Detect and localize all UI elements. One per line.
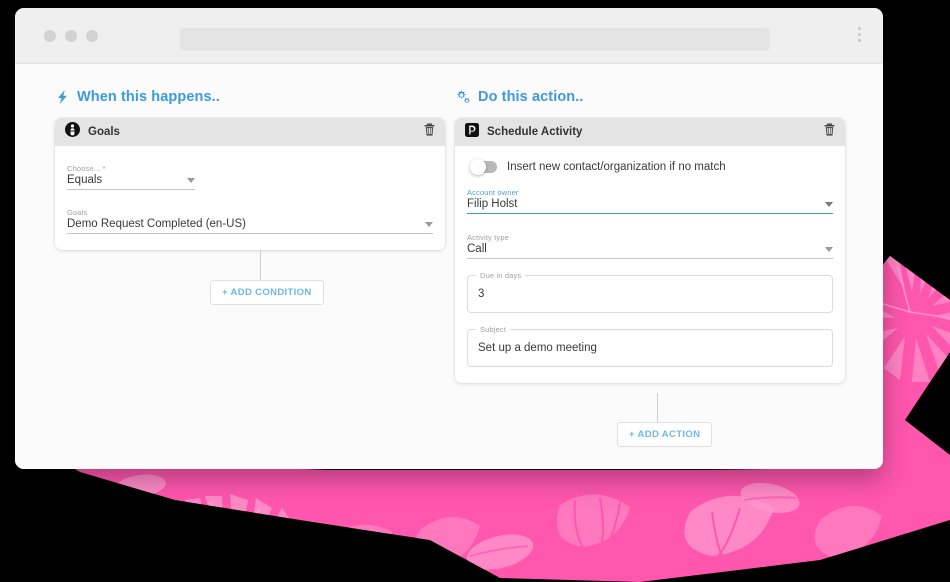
insert-new-contact-label: Insert new contact/organization if no ma… — [507, 161, 726, 173]
chevron-down-icon[interactable] — [187, 178, 195, 183]
account-owner-label: Account owner — [467, 188, 519, 197]
activity-type-value: Call — [467, 243, 487, 255]
due-in-days-label: Due in days — [476, 271, 526, 280]
chevron-down-icon[interactable] — [825, 202, 833, 207]
due-in-days-value: 3 — [478, 288, 485, 300]
trigger-section-heading: When this happens.. — [55, 64, 445, 105]
account-owner-value: Filip Holst — [467, 198, 518, 210]
action-card-body: Insert new contact/organization if no ma… — [455, 146, 845, 383]
subject-label: Subject — [476, 325, 511, 334]
choose-operator-select[interactable]: Choose... * Equals — [67, 158, 433, 190]
pipedrive-logo-icon — [465, 122, 479, 142]
chevron-down-icon[interactable] — [425, 222, 433, 227]
activity-type-label: Activity type — [467, 233, 509, 242]
action-card-title: Schedule Activity — [487, 126, 583, 138]
trash-icon[interactable] — [424, 123, 435, 141]
action-column: Do this action.. Schedule Activity Inser… — [455, 64, 845, 447]
choose-operator-value: Equals — [67, 174, 103, 186]
cogs-icon — [455, 90, 471, 105]
browser-window: When this happens.. Goals Choose... * Eq… — [15, 8, 883, 469]
action-card-schedule-activity: Schedule Activity Insert new contact/org… — [455, 118, 845, 383]
window-maximize-dot[interactable] — [86, 30, 98, 42]
activity-type-select[interactable]: Activity type Call — [467, 227, 833, 259]
action-card-header: Schedule Activity — [455, 118, 845, 146]
address-bar[interactable] — [180, 28, 770, 51]
trigger-card-goals: Goals Choose... * Equals Goals Demo Requ… — [55, 118, 445, 250]
trigger-connector-line — [260, 250, 261, 280]
trigger-column: When this happens.. Goals Choose... * Eq… — [55, 64, 445, 305]
screenshot-stage: When this happens.. Goals Choose... * Eq… — [0, 0, 950, 582]
window-minimize-dot[interactable] — [65, 30, 77, 42]
kebab-menu-icon[interactable] — [858, 27, 861, 42]
goals-value: Demo Request Completed (en-US) — [67, 218, 246, 230]
action-heading-label: Do this action.. — [478, 89, 584, 105]
goals-label: Goals — [67, 208, 88, 217]
window-close-dot[interactable] — [44, 30, 56, 42]
goals-select[interactable]: Goals Demo Request Completed (en-US) — [67, 202, 433, 234]
due-in-days-input[interactable]: Due in days 3 — [467, 271, 833, 313]
trigger-card-body: Choose... * Equals Goals Demo Request Co… — [55, 146, 445, 250]
traffic-lights[interactable] — [44, 30, 98, 42]
insert-new-contact-toggle[interactable]: Insert new contact/organization if no ma… — [467, 158, 833, 177]
trash-icon[interactable] — [824, 123, 835, 141]
add-action-button[interactable]: + ADD ACTION — [617, 422, 713, 447]
subject-value: Set up a demo meeting — [478, 342, 597, 354]
lightning-bolt-icon — [55, 89, 70, 105]
account-owner-select[interactable]: Account owner Filip Holst — [467, 182, 833, 214]
action-connector-line — [657, 393, 658, 422]
choose-operator-label: Choose... * — [67, 164, 106, 173]
trigger-heading-label: When this happens.. — [77, 89, 220, 105]
browser-titlebar — [15, 8, 883, 64]
trigger-card-header: Goals — [55, 118, 445, 146]
automation-canvas: When this happens.. Goals Choose... * Eq… — [15, 64, 883, 469]
subject-input[interactable]: Subject Set up a demo meeting — [467, 325, 833, 367]
toggle-switch-icon[interactable] — [470, 159, 497, 175]
action-section-heading: Do this action.. — [455, 64, 845, 105]
add-condition-button[interactable]: + ADD CONDITION — [210, 280, 324, 305]
goals-badge-icon — [65, 122, 80, 142]
chevron-down-icon[interactable] — [825, 247, 833, 252]
trigger-card-title: Goals — [88, 126, 120, 138]
